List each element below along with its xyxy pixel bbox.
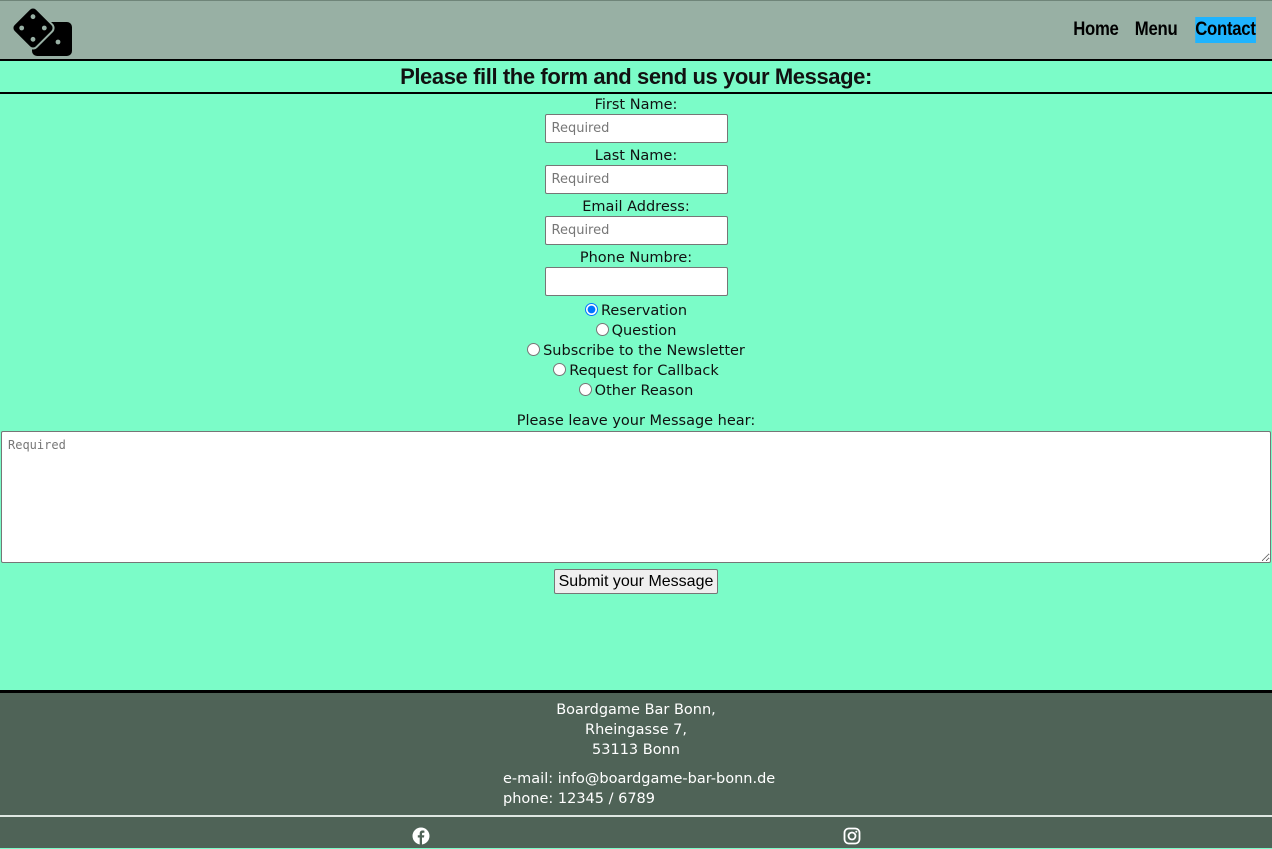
other-reason-label: Other Reason [594, 383, 694, 399]
callback-radio[interactable] [553, 363, 567, 376]
first-name-label: First Name: [594, 97, 678, 113]
newsletter-label: Subscribe to the Newsletter [543, 343, 745, 359]
reservation-label: Reservation [600, 303, 688, 319]
site-footer: Boardgame Bar Bonn, Rheingasse 7, 53113 … [0, 690, 1272, 848]
reason-option-question: Question [0, 321, 1272, 341]
footer-phone: phone: 12345 / 6789 [503, 791, 656, 807]
phone-label: Phone Numbre: [579, 250, 693, 266]
footer-address: Boardgame Bar Bonn, Rheingasse 7, 53113 … [0, 693, 1272, 760]
reason-option-other: Other Reason [0, 381, 1272, 401]
reason-option-newsletter: Subscribe to the Newsletter [0, 341, 1272, 361]
facebook-icon [412, 827, 430, 845]
email-input[interactable] [544, 216, 728, 245]
facebook-link[interactable] [412, 827, 430, 845]
first-name-input[interactable] [544, 114, 728, 143]
last-name-input[interactable] [544, 165, 728, 194]
contact-form: First Name: Last Name: Email Address: Ph… [0, 94, 1272, 594]
nav-home[interactable]: Home [1074, 17, 1120, 43]
instagram-link[interactable] [843, 827, 861, 845]
question-radio[interactable] [595, 323, 609, 336]
address-line-name: Boardgame Bar Bonn, [556, 702, 716, 718]
submit-button[interactable]: Submit your Message [553, 569, 719, 594]
reason-radio-group: Reservation Question Subscribe to the Ne… [0, 301, 1272, 401]
reason-option-reservation: Reservation [0, 301, 1272, 321]
last-name-label: Last Name: [594, 148, 678, 164]
logo-link[interactable] [11, 6, 74, 56]
footer-email: e-mail: info@boardgame-bar-bonn.de [503, 771, 776, 787]
address-line-street: Rheingasse 7, [585, 722, 687, 738]
reservation-radio[interactable] [584, 303, 598, 316]
reason-option-callback: Request for Callback [0, 361, 1272, 381]
address-line-city: 53113 Bonn [592, 742, 680, 758]
newsletter-radio[interactable] [527, 343, 541, 356]
form-title: Please fill the form and send us your Me… [0, 61, 1272, 94]
footer-divider [0, 815, 1272, 817]
main-nav: Home Menu Contact [1057, 17, 1256, 43]
message-textarea[interactable] [1, 431, 1271, 563]
footer-contact: e-mail: info@boardgame-bar-bonn.de phone… [503, 769, 803, 809]
nav-menu[interactable]: Menu [1135, 17, 1178, 43]
callback-label: Request for Callback [569, 363, 719, 379]
other-reason-radio[interactable] [578, 383, 592, 396]
site-header: Home Menu Contact [0, 0, 1272, 61]
phone-input[interactable] [544, 267, 728, 296]
message-label: Please leave your Message hear: [516, 413, 756, 429]
instagram-icon [843, 827, 861, 845]
dice-icon [11, 6, 72, 56]
question-label: Question [611, 323, 677, 339]
email-label: Email Address: [582, 199, 690, 215]
nav-contact[interactable]: Contact [1195, 17, 1256, 43]
